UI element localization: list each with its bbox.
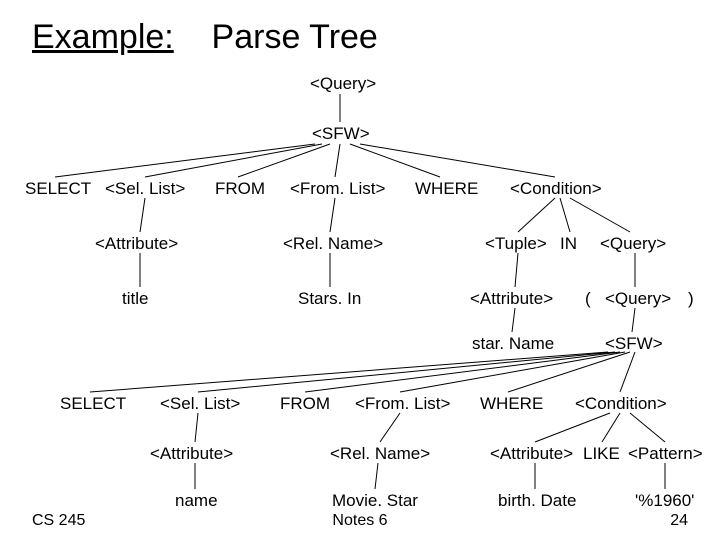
footer-center: Notes 6 — [0, 512, 720, 530]
footer-right: 24 — [670, 512, 688, 530]
tree-edges — [0, 0, 720, 540]
